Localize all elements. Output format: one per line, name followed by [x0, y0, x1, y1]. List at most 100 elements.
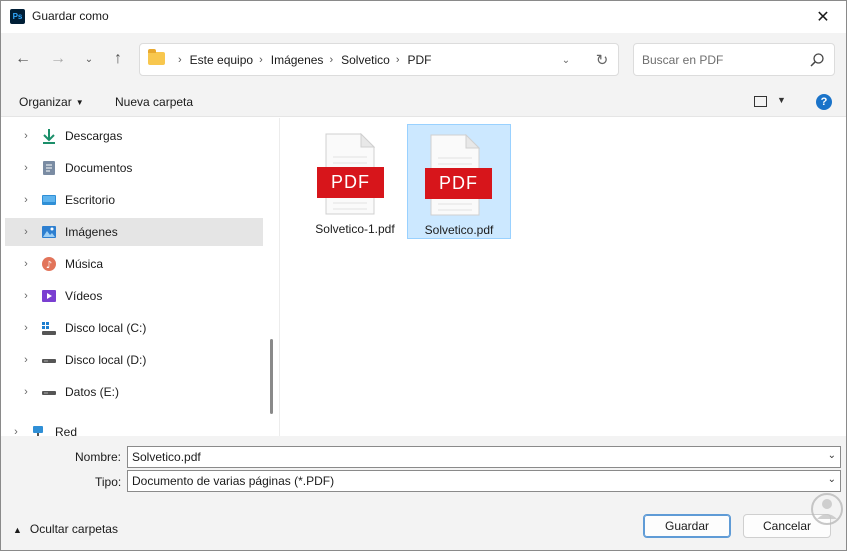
sidebar-item-red[interactable]: › Red: [1, 418, 253, 438]
file-type-label: Tipo:: [95, 475, 122, 489]
breadcrumb-item[interactable]: PDF: [407, 53, 431, 67]
view-options-caret-icon[interactable]: ▼: [777, 95, 786, 105]
watermark-logo: [811, 493, 843, 525]
expand-chevron-icon[interactable]: ›: [15, 226, 37, 238]
sidebar-item-disco-d[interactable]: › Disco local (D:): [5, 346, 263, 374]
hide-folders-button[interactable]: ▲ Ocultar carpetas: [13, 522, 118, 536]
save-button[interactable]: Guardar: [643, 514, 731, 538]
sidebar-item-imagenes[interactable]: › Imágenes: [5, 218, 263, 246]
music-icon: ♪: [41, 256, 57, 272]
file-item-solvetico-1[interactable]: PDF Solvetico-1.pdf: [303, 124, 407, 239]
view-mode-icon[interactable]: [754, 96, 767, 107]
search-input[interactable]: Buscar en PDF: [633, 43, 835, 76]
breadcrumb-item[interactable]: Imágenes: [271, 53, 324, 67]
expand-chevron-icon[interactable]: ›: [15, 258, 37, 270]
back-button[interactable]: ←: [10, 46, 36, 72]
sidebar-item-label: Música: [65, 257, 104, 271]
breadcrumb-separator-icon: ›: [178, 53, 182, 66]
expand-chevron-icon[interactable]: ›: [15, 194, 37, 206]
recent-locations-button[interactable]: ⌄: [76, 46, 102, 72]
expand-chevron-icon[interactable]: ›: [15, 354, 37, 366]
file-name-label: Nombre:: [75, 450, 122, 464]
chevron-down-icon: ⌄: [827, 474, 836, 485]
arrow-right-icon: →: [50, 50, 66, 67]
navigation-bar: ← → ⌄ ↑ › Este equipo › Imágenes › Solve…: [1, 33, 846, 85]
file-name: Solvetico.pdf: [424, 223, 494, 237]
file-name-field[interactable]: Solvetico.pdf ⌄: [127, 446, 841, 468]
file-name-value: Solvetico.pdf: [132, 450, 201, 464]
folder-icon: [148, 49, 165, 65]
expand-chevron-icon[interactable]: ›: [15, 130, 37, 142]
drive-icon: [41, 384, 57, 400]
organize-label: Organizar: [19, 95, 72, 109]
hide-folders-label: Ocultar carpetas: [29, 522, 118, 536]
sidebar-item-musica[interactable]: › ♪ Música: [5, 250, 263, 278]
arrow-up-icon: ↑: [114, 50, 122, 67]
videos-icon: [41, 288, 57, 304]
sidebar-item-disco-c[interactable]: › Disco local (C:): [5, 314, 263, 342]
file-type-select[interactable]: Documento de varias páginas (*.PDF) ⌄: [127, 470, 841, 492]
file-type-value: Documento de varias páginas (*.PDF): [132, 474, 335, 488]
svg-text:♪: ♪: [46, 260, 52, 271]
pdf-badge: PDF: [425, 168, 492, 199]
sidebar-item-label: Disco local (D:): [65, 353, 147, 367]
pdf-badge: PDF: [317, 167, 384, 198]
sidebar-item-descargas[interactable]: › Descargas: [5, 122, 263, 150]
expand-chevron-icon[interactable]: ›: [15, 322, 37, 334]
breadcrumb-separator-icon: ›: [259, 53, 263, 66]
breadcrumb-item[interactable]: Solvetico: [341, 53, 390, 67]
chevron-down-icon: ⌄: [84, 53, 94, 65]
title-bar: Ps Guardar como ✕: [1, 1, 846, 33]
refresh-button[interactable]: ↻: [592, 50, 612, 70]
search-placeholder: Buscar en PDF: [642, 53, 724, 67]
desktop-icon: [41, 192, 57, 208]
forward-button[interactable]: →: [45, 46, 71, 72]
sidebar-item-label: Escritorio: [65, 193, 116, 207]
sidebar-item-escritorio[interactable]: › Escritorio: [5, 186, 263, 214]
breadcrumb-item[interactable]: Este equipo: [190, 53, 253, 67]
download-icon: [41, 128, 57, 144]
chevron-down-icon: ⌄: [561, 54, 571, 66]
save-as-dialog: Ps Guardar como ✕ ← → ⌄ ↑ › Este equipo …: [0, 0, 847, 551]
sidebar-item-label: Disco local (C:): [65, 321, 147, 335]
organize-button[interactable]: Organizar ▼: [19, 95, 84, 109]
caret-down-icon: ▼: [75, 98, 84, 107]
sidebar-item-videos[interactable]: › Vídeos: [5, 282, 263, 310]
expand-chevron-icon[interactable]: ›: [15, 290, 37, 302]
sidebar-item-label: Documentos: [65, 161, 133, 175]
sidebar-scrollbar-thumb[interactable]: [270, 339, 273, 414]
command-bar: Organizar ▼ Nueva carpeta ▼ ?: [1, 85, 846, 117]
arrow-left-icon: ←: [15, 50, 31, 67]
sidebar-item-label: Datos (E:): [65, 385, 120, 399]
up-button[interactable]: ↑: [105, 46, 131, 72]
file-name: Solvetico-1.pdf: [315, 222, 395, 236]
documents-icon: [41, 160, 57, 176]
sidebar-item-documentos[interactable]: › Documentos: [5, 154, 263, 182]
dialog-title: Guardar como: [32, 9, 109, 23]
photoshop-app-icon: Ps: [10, 9, 25, 24]
navigation-pane: › Descargas › Documentos › Escritorio ›: [1, 118, 265, 438]
file-item-solvetico[interactable]: PDF Solvetico.pdf: [407, 124, 511, 239]
address-bar[interactable]: › Este equipo › Imágenes › Solvetico › P…: [139, 43, 619, 76]
sidebar-item-label: Vídeos: [65, 289, 103, 303]
close-button[interactable]: ✕: [800, 1, 846, 33]
save-options-panel: Nombre: Solvetico.pdf ⌄ Tipo: Documento …: [1, 436, 846, 550]
address-history-dropdown[interactable]: ⌄: [557, 51, 575, 69]
pictures-icon: [41, 224, 57, 240]
breadcrumb-separator-icon: ›: [329, 53, 334, 66]
drive-icon: [41, 352, 57, 368]
sidebar-item-datos-e[interactable]: › Datos (E:): [5, 378, 263, 406]
file-list: PDF Solvetico-1.pdf PDF Solvetico.pdf: [280, 118, 846, 436]
close-icon: ✕: [816, 9, 830, 26]
chevron-down-icon[interactable]: ⌄: [828, 450, 836, 461]
breadcrumb-separator-icon: ›: [395, 53, 400, 66]
sidebar-item-label: Descargas: [65, 129, 123, 143]
expand-chevron-icon[interactable]: ›: [15, 386, 37, 398]
help-icon[interactable]: ?: [816, 94, 832, 110]
refresh-icon: ↻: [595, 52, 609, 69]
breadcrumb: › Este equipo › Imágenes › Solvetico › P…: [172, 44, 431, 75]
chevron-up-icon: ▲: [13, 525, 22, 535]
sidebar-item-label: Imágenes: [65, 225, 118, 239]
expand-chevron-icon[interactable]: ›: [15, 162, 37, 174]
new-folder-button[interactable]: Nueva carpeta: [115, 95, 193, 109]
